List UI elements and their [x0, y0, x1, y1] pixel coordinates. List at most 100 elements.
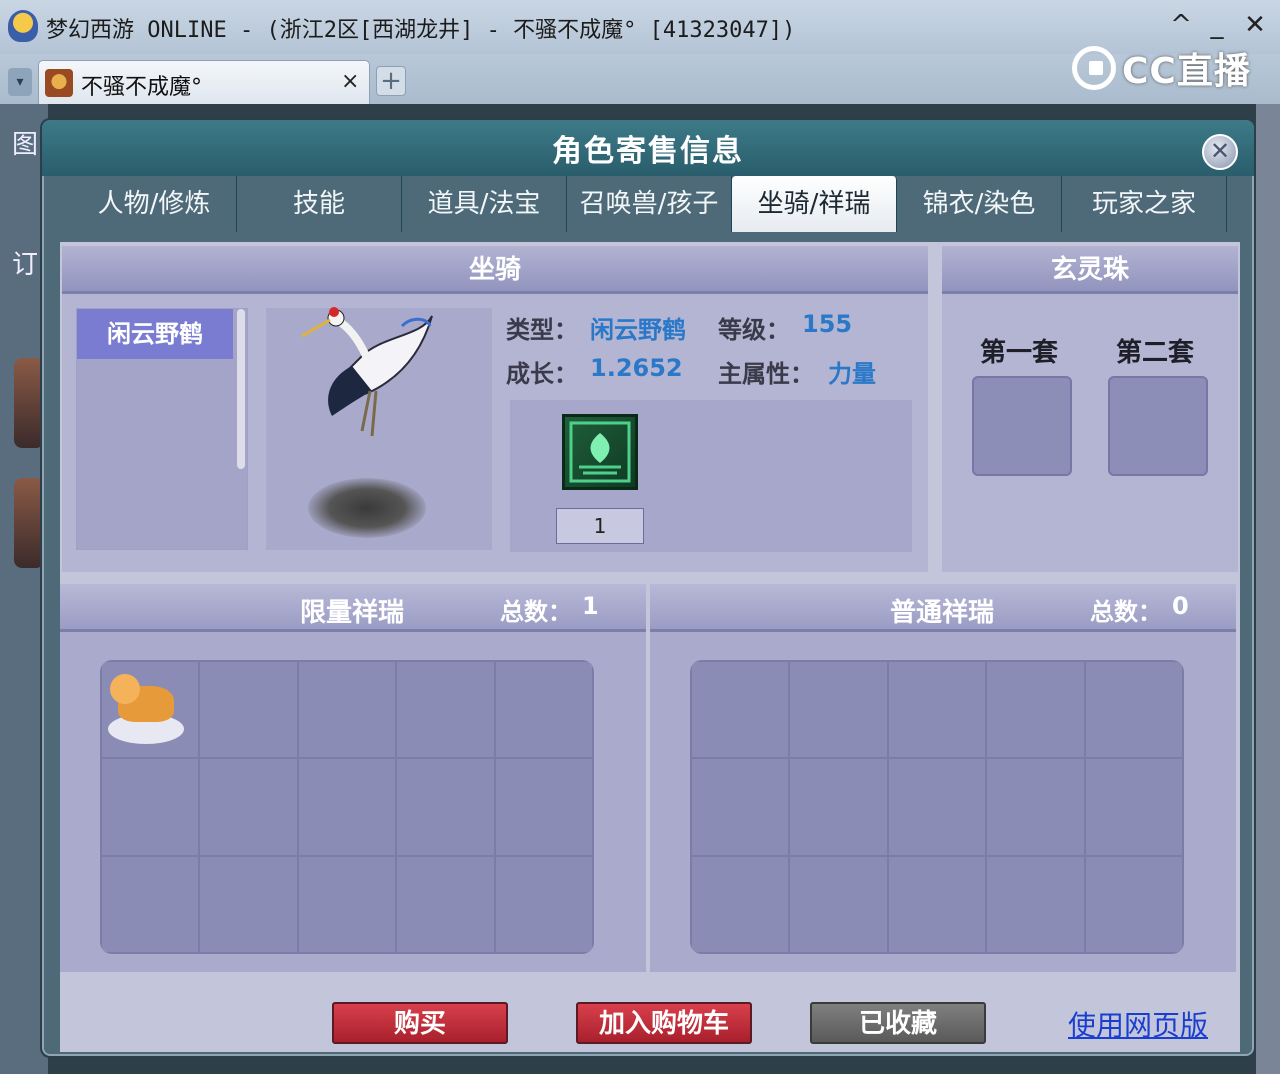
lucky-slot[interactable]	[888, 759, 986, 855]
lucky-slot[interactable]	[200, 759, 297, 855]
tab-close-icon[interactable]: ×	[341, 69, 359, 94]
lucky-slot[interactable]	[200, 662, 297, 758]
background-text: 订	[12, 250, 39, 280]
tab-character[interactable]: 人物/修炼	[72, 176, 237, 232]
add-to-cart-button[interactable]: 加入购物车	[576, 1002, 752, 1044]
dialog-footer: 购买 加入购物车 已收藏 使用网页版	[60, 988, 1240, 1052]
normal-lucky-count-label: 总数：	[1090, 598, 1162, 626]
browser-tab[interactable]: 不骚不成魔° ×	[38, 60, 370, 104]
tab-items[interactable]: 道具/法宝	[402, 176, 567, 232]
lucky-slot[interactable]	[495, 759, 592, 855]
dialog-title: 角色寄售信息	[552, 134, 744, 169]
close-dialog-button[interactable]: ✕	[1202, 134, 1238, 170]
skill-emblem-icon	[569, 421, 631, 483]
limited-lucky-grid	[100, 660, 594, 954]
mount-attr-value: 力量	[828, 360, 876, 388]
watermark-text: CC直播	[1122, 51, 1251, 92]
dialog-tabs: 人物/修炼 技能 道具/法宝 召唤兽/孩子 坐骑/祥瑞 锦衣/染色 玩家之家	[72, 176, 1232, 232]
normal-lucky-count: 0	[1172, 592, 1189, 620]
add-tab-button[interactable]: +	[376, 66, 406, 96]
mount-list: 闲云野鹤	[76, 308, 248, 550]
lucky-slot[interactable]	[790, 759, 887, 855]
orb-slot-set1[interactable]	[972, 376, 1072, 476]
cc-logo-icon	[1072, 46, 1116, 90]
mount-preview	[266, 307, 492, 550]
mount-list-item[interactable]: 闲云野鹤	[77, 309, 233, 359]
lucky-slot[interactable]	[692, 856, 789, 952]
lucky-slot[interactable]	[692, 662, 789, 758]
lucky-slot[interactable]	[987, 856, 1084, 952]
tab-outfits[interactable]: 锦衣/染色	[897, 176, 1062, 232]
web-version-link[interactable]: 使用网页版	[1068, 1004, 1208, 1044]
limited-lucky-title: 限量祥瑞	[300, 598, 405, 628]
mount-skill-level: 1	[556, 508, 644, 544]
cc-live-watermark: CC直播	[1072, 40, 1251, 96]
limited-lucky-count: 1	[582, 592, 599, 620]
mount-header: 坐骑	[62, 246, 928, 294]
tab-menu-button[interactable]: ▾	[8, 68, 32, 96]
orb-set2-label: 第二套	[1116, 338, 1195, 368]
spirit-orb-panel: 玄灵珠 第一套 第二套	[942, 246, 1238, 572]
mount-list-scrollbar[interactable]	[237, 309, 245, 469]
lucky-slot[interactable]	[888, 856, 986, 952]
lucky-slot[interactable]	[692, 759, 789, 855]
lucky-slot[interactable]	[397, 662, 494, 758]
mount-shadow	[308, 478, 426, 538]
lucky-slot[interactable]	[1085, 662, 1182, 758]
lucky-slot[interactable]	[987, 662, 1084, 758]
mount-type-label: 类型：	[506, 316, 578, 344]
mount-growth-label: 成长：	[506, 360, 578, 388]
lucky-slot[interactable]	[298, 662, 396, 758]
favorited-button[interactable]: 已收藏	[810, 1002, 986, 1044]
tab-mounts[interactable]: 坐骑/祥瑞	[732, 176, 897, 232]
tab-skills[interactable]: 技能	[237, 176, 402, 232]
mount-type-value: 闲云野鹤	[590, 316, 686, 344]
lucky-slot[interactable]	[102, 759, 199, 855]
spirit-orb-header: 玄灵珠	[942, 246, 1238, 294]
tab-summons[interactable]: 召唤兽/孩子	[567, 176, 732, 232]
app-icon	[8, 10, 38, 42]
normal-lucky-grid	[690, 660, 1184, 954]
lucky-slot[interactable]	[102, 856, 199, 952]
lucky-slot[interactable]	[298, 759, 396, 855]
mount-panel: 坐骑 闲云野鹤 类型： 闲云野鹤 等级： 155 成长： 1.2652 主属性：…	[62, 246, 928, 572]
mount-growth-value: 1.2652	[590, 354, 683, 382]
mount-attr-label: 主属性：	[718, 360, 814, 388]
lucky-slot[interactable]	[790, 662, 887, 758]
lucky-slot-corgi[interactable]	[102, 662, 199, 758]
minimize-button[interactable]: _	[1202, 8, 1232, 42]
lucky-slot[interactable]	[1085, 759, 1182, 855]
window-title: 梦幻西游 ONLINE - (浙江2区[西湖龙井] - 不骚不成魔° [4132…	[46, 18, 796, 43]
chevron-up-icon[interactable]: ^	[1166, 8, 1196, 42]
orb-slot-set2[interactable]	[1108, 376, 1208, 476]
normal-lucky-panel: 普通祥瑞 总数： 0	[650, 584, 1236, 972]
lucky-slot[interactable]	[790, 856, 887, 952]
lucky-slot[interactable]	[200, 856, 297, 952]
lucky-slot[interactable]	[298, 856, 396, 952]
orb-set1-label: 第一套	[980, 338, 1059, 368]
close-window-button[interactable]: ✕	[1240, 8, 1270, 42]
buy-button[interactable]: 购买	[332, 1002, 508, 1044]
normal-lucky-title: 普通祥瑞	[890, 598, 995, 628]
mount-skill-box: 1	[510, 400, 912, 552]
mount-level-label: 等级：	[718, 316, 790, 344]
limited-lucky-header: 限量祥瑞 总数： 1	[60, 584, 646, 632]
lucky-slot[interactable]	[888, 662, 986, 758]
limited-lucky-panel: 限量祥瑞 总数： 1	[60, 584, 646, 972]
tab-home[interactable]: 玩家之家	[1062, 176, 1227, 232]
mount-skill-icon[interactable]	[562, 414, 638, 490]
corgi-face	[110, 674, 140, 704]
role-consignment-dialog: 角色寄售信息 ✕ 人物/修炼 技能 道具/法宝 召唤兽/孩子 坐骑/祥瑞 锦衣/…	[40, 118, 1256, 1058]
crane-mount-image	[301, 307, 433, 437]
lucky-slot[interactable]	[495, 856, 592, 952]
lucky-slot[interactable]	[397, 856, 494, 952]
lucky-slot[interactable]	[495, 662, 592, 758]
browser-tab-label: 不骚不成魔°	[81, 75, 203, 100]
lucky-slot[interactable]	[1085, 856, 1182, 952]
background-scene-right	[1256, 104, 1280, 1074]
background-text: 图	[12, 130, 39, 160]
normal-lucky-header: 普通祥瑞 总数： 0	[650, 584, 1236, 632]
lucky-slot[interactable]	[987, 759, 1084, 855]
lucky-slot[interactable]	[397, 759, 494, 855]
mount-level-value: 155	[802, 310, 853, 338]
